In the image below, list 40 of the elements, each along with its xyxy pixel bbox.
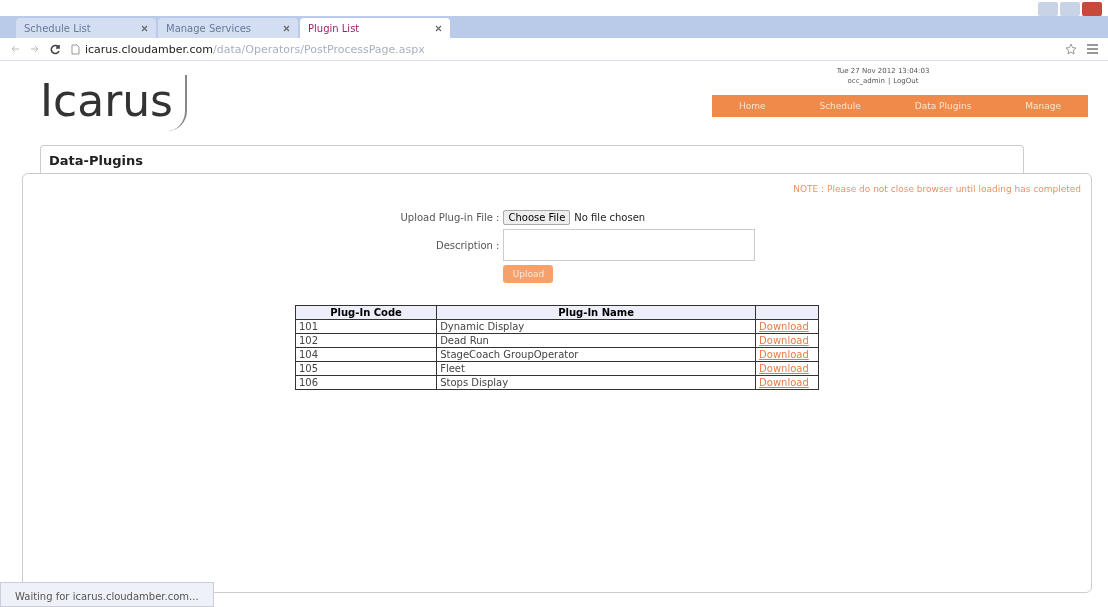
close-icon[interactable] bbox=[283, 24, 290, 32]
nav-link[interactable]: Manage bbox=[1025, 101, 1061, 111]
status-text: Waiting for icarus.cloudamber.com... bbox=[15, 591, 199, 602]
table-cell: StageCoach GroupOperator bbox=[436, 347, 756, 362]
table-cell: 106 bbox=[295, 375, 437, 390]
star-icon[interactable] bbox=[1065, 43, 1077, 55]
table-cell: Stops Display bbox=[436, 375, 756, 390]
reload-icon[interactable] bbox=[50, 43, 61, 55]
note-text: NOTE : Please do not close browser until loading has completed bbox=[793, 184, 1081, 194]
menu-icon[interactable] bbox=[1087, 44, 1098, 54]
table-cell: 101 bbox=[295, 319, 437, 334]
url-path[interactable]: /data/Operators/PostProcessPage.aspx bbox=[213, 42, 425, 56]
nav-link[interactable]: Home bbox=[738, 101, 766, 111]
back-arrow-icon[interactable] bbox=[10, 44, 20, 54]
description-field[interactable] bbox=[503, 229, 756, 261]
description-label: Description : bbox=[435, 239, 500, 251]
url-host[interactable]: icarus.cloudamber.com bbox=[85, 42, 214, 56]
close-icon[interactable] bbox=[435, 24, 442, 32]
browser-tab[interactable]: Plugin List bbox=[300, 18, 450, 38]
nav-link[interactable]: Schedule bbox=[819, 101, 861, 111]
table-cell: Fleet bbox=[436, 361, 756, 376]
choose-file-button[interactable]: Choose File bbox=[503, 210, 571, 225]
file-status: No file chosen bbox=[574, 212, 646, 223]
upload-button[interactable]: Upload bbox=[503, 265, 554, 283]
nav-link[interactable]: Data Plugins bbox=[914, 101, 972, 111]
table-cell: 105 bbox=[295, 361, 437, 376]
logo: Icarus bbox=[40, 75, 188, 131]
browser-tab[interactable]: Manage Services bbox=[158, 18, 298, 38]
panel-title: Data-Plugins bbox=[49, 153, 143, 168]
table-cell: Dead Run bbox=[436, 333, 756, 348]
browser-tab[interactable]: Schedule List bbox=[16, 18, 156, 38]
table-cell: Dynamic Display bbox=[436, 319, 756, 334]
close-icon[interactable] bbox=[141, 24, 148, 32]
page-icon bbox=[71, 43, 80, 55]
column-header: Plug-In Name bbox=[436, 305, 756, 320]
upload-label: Upload Plug-in File : bbox=[400, 212, 500, 223]
table-cell: 102 bbox=[295, 333, 437, 348]
column-header: Plug-In Code bbox=[295, 305, 437, 320]
forward-arrow-icon[interactable] bbox=[30, 44, 40, 54]
table-cell: 104 bbox=[295, 347, 437, 362]
